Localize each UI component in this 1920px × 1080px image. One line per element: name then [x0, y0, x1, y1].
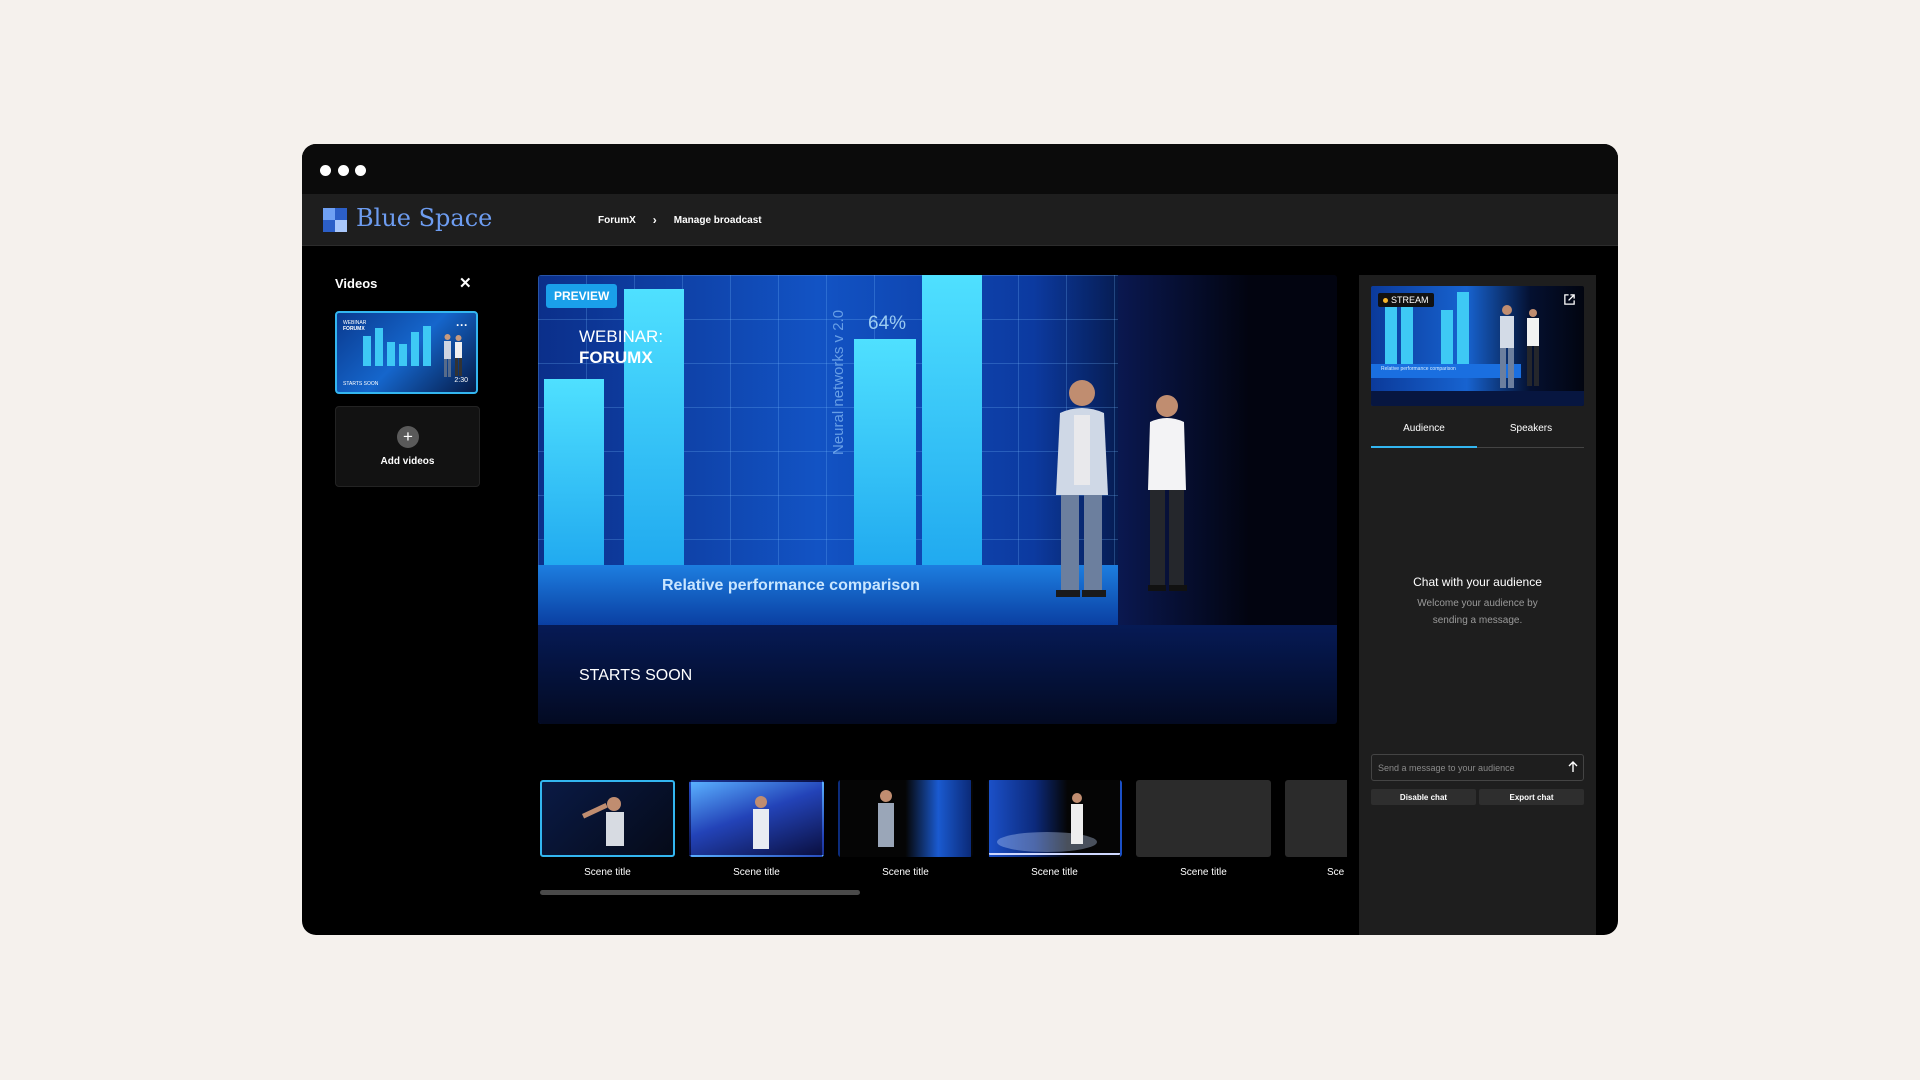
- window-control-dot[interactable]: [338, 165, 349, 176]
- scene-item[interactable]: Scene title: [1136, 780, 1271, 878]
- video-card[interactable]: WEBINAR FORUMX STARTS SOON 2:30 ···: [335, 311, 478, 394]
- presenter-woman-figure: [1148, 395, 1187, 591]
- send-arrow-icon[interactable]: [1566, 760, 1580, 774]
- stream-bar: [1457, 292, 1469, 364]
- scene-item[interactable]: Scene title: [838, 780, 973, 878]
- scene-thumbnail: [838, 780, 973, 857]
- videos-panel-title: Videos: [335, 276, 378, 291]
- logo-icon: [323, 208, 347, 232]
- breadcrumb-item[interactable]: ForumX: [598, 215, 636, 226]
- stream-thumbnail[interactable]: Relative performance comparison STREAM: [1371, 286, 1584, 406]
- video-thumbnail-bars: [363, 326, 431, 366]
- scenes-scrollbar[interactable]: [540, 890, 860, 895]
- chat-empty-title: Chat with your audience: [1413, 575, 1542, 589]
- scene-thumbnail: [1136, 780, 1271, 857]
- presenters-figure: [444, 334, 462, 377]
- live-dot-icon: [1383, 297, 1388, 303]
- window-titlebar: [302, 144, 1618, 194]
- window-control-dot[interactable]: [355, 165, 366, 176]
- broadcast-preview[interactable]: 64% Neural networks v 2.0 Relative perfo…: [538, 275, 1337, 724]
- screen-bar: [544, 379, 604, 569]
- screen-caption: Relative performance comparison: [662, 577, 920, 594]
- more-icon[interactable]: ···: [456, 319, 468, 331]
- scene-item[interactable]: Scene title: [540, 780, 675, 878]
- stream-stage: [1371, 391, 1584, 406]
- speaker-figure: [753, 796, 769, 849]
- scene-label: Scene title: [1180, 867, 1227, 878]
- stream-caption: Relative performance comparison: [1381, 366, 1456, 372]
- scene-thumbnail: [540, 780, 675, 857]
- chat-panel: Relative performance comparison STREAM A…: [1359, 275, 1596, 935]
- preview-status: STARTS SOON: [579, 667, 693, 684]
- stream-badge: STREAM: [1378, 293, 1434, 307]
- screen-vertical-text: Neural networks v 2.0: [830, 309, 847, 455]
- export-chat-button[interactable]: Export chat: [1479, 789, 1584, 805]
- scene-item[interactable]: Sce: [1285, 780, 1347, 878]
- speaker-figure: [878, 790, 894, 847]
- app-header: Blue Space ForumX › Manage broadcast: [302, 194, 1618, 246]
- stream-presenters-figure: [1500, 305, 1539, 388]
- video-card-title: FORUMX: [343, 326, 365, 332]
- plus-icon: +: [397, 426, 419, 448]
- chat-empty-subtitle: Welcome your audience by sending a messa…: [1417, 598, 1538, 626]
- external-link-icon[interactable]: [1563, 293, 1576, 306]
- speaker-figure: [582, 797, 624, 846]
- app-window: Blue Space ForumX › Manage broadcast Vid…: [302, 144, 1618, 935]
- breadcrumb-item-current: Manage broadcast: [673, 214, 762, 226]
- scene-label: Scene title: [584, 867, 631, 878]
- screen-floor: [538, 565, 1118, 625]
- tab-speakers[interactable]: Speakers: [1478, 416, 1584, 448]
- screen-bar: [854, 339, 916, 569]
- screen-percent: 64%: [868, 313, 907, 334]
- app-name[interactable]: Blue Space: [356, 204, 492, 232]
- scene-label: Scene title: [1031, 867, 1078, 878]
- breadcrumb: ForumX › Manage broadcast: [598, 194, 762, 246]
- scene-thumbnail: [689, 780, 824, 857]
- scenes-strip: Scene title Scene title Scene title Scen…: [540, 780, 1347, 890]
- presenter-man-figure: [1056, 380, 1108, 597]
- add-videos-button[interactable]: + Add videos: [335, 406, 480, 487]
- window-control-dot[interactable]: [320, 165, 331, 176]
- speaker-figure: [989, 793, 1120, 855]
- stream-bar: [1385, 306, 1397, 364]
- preview-title-line2: FORUMX: [579, 348, 653, 367]
- stream-bar: [1441, 310, 1453, 364]
- scene-label: Scene title: [733, 867, 780, 878]
- disable-chat-button[interactable]: Disable chat: [1371, 789, 1476, 805]
- scene-item[interactable]: Scene title: [987, 780, 1122, 878]
- scene-item[interactable]: Scene title: [689, 780, 824, 878]
- scene-label: Sce: [1327, 867, 1345, 878]
- screen-bar: [922, 275, 982, 569]
- chat-message-input[interactable]: [1371, 754, 1584, 781]
- stream-badge-label: STREAM: [1391, 295, 1429, 305]
- preview-badge: PREVIEW: [546, 284, 618, 308]
- tab-audience[interactable]: Audience: [1371, 416, 1477, 448]
- chevron-right-icon: ›: [652, 213, 657, 227]
- scene-label: Scene title: [882, 867, 929, 878]
- video-card-status: STARTS SOON: [343, 381, 379, 387]
- close-icon[interactable]: ✕: [459, 274, 472, 292]
- preview-title-line1: WEBINAR:: [579, 327, 664, 346]
- add-videos-label: Add videos: [380, 456, 435, 467]
- scene-thumbnail: [1285, 780, 1347, 857]
- scene-thumbnail: [987, 780, 1122, 857]
- chat-tabs: Audience Speakers: [1371, 416, 1584, 448]
